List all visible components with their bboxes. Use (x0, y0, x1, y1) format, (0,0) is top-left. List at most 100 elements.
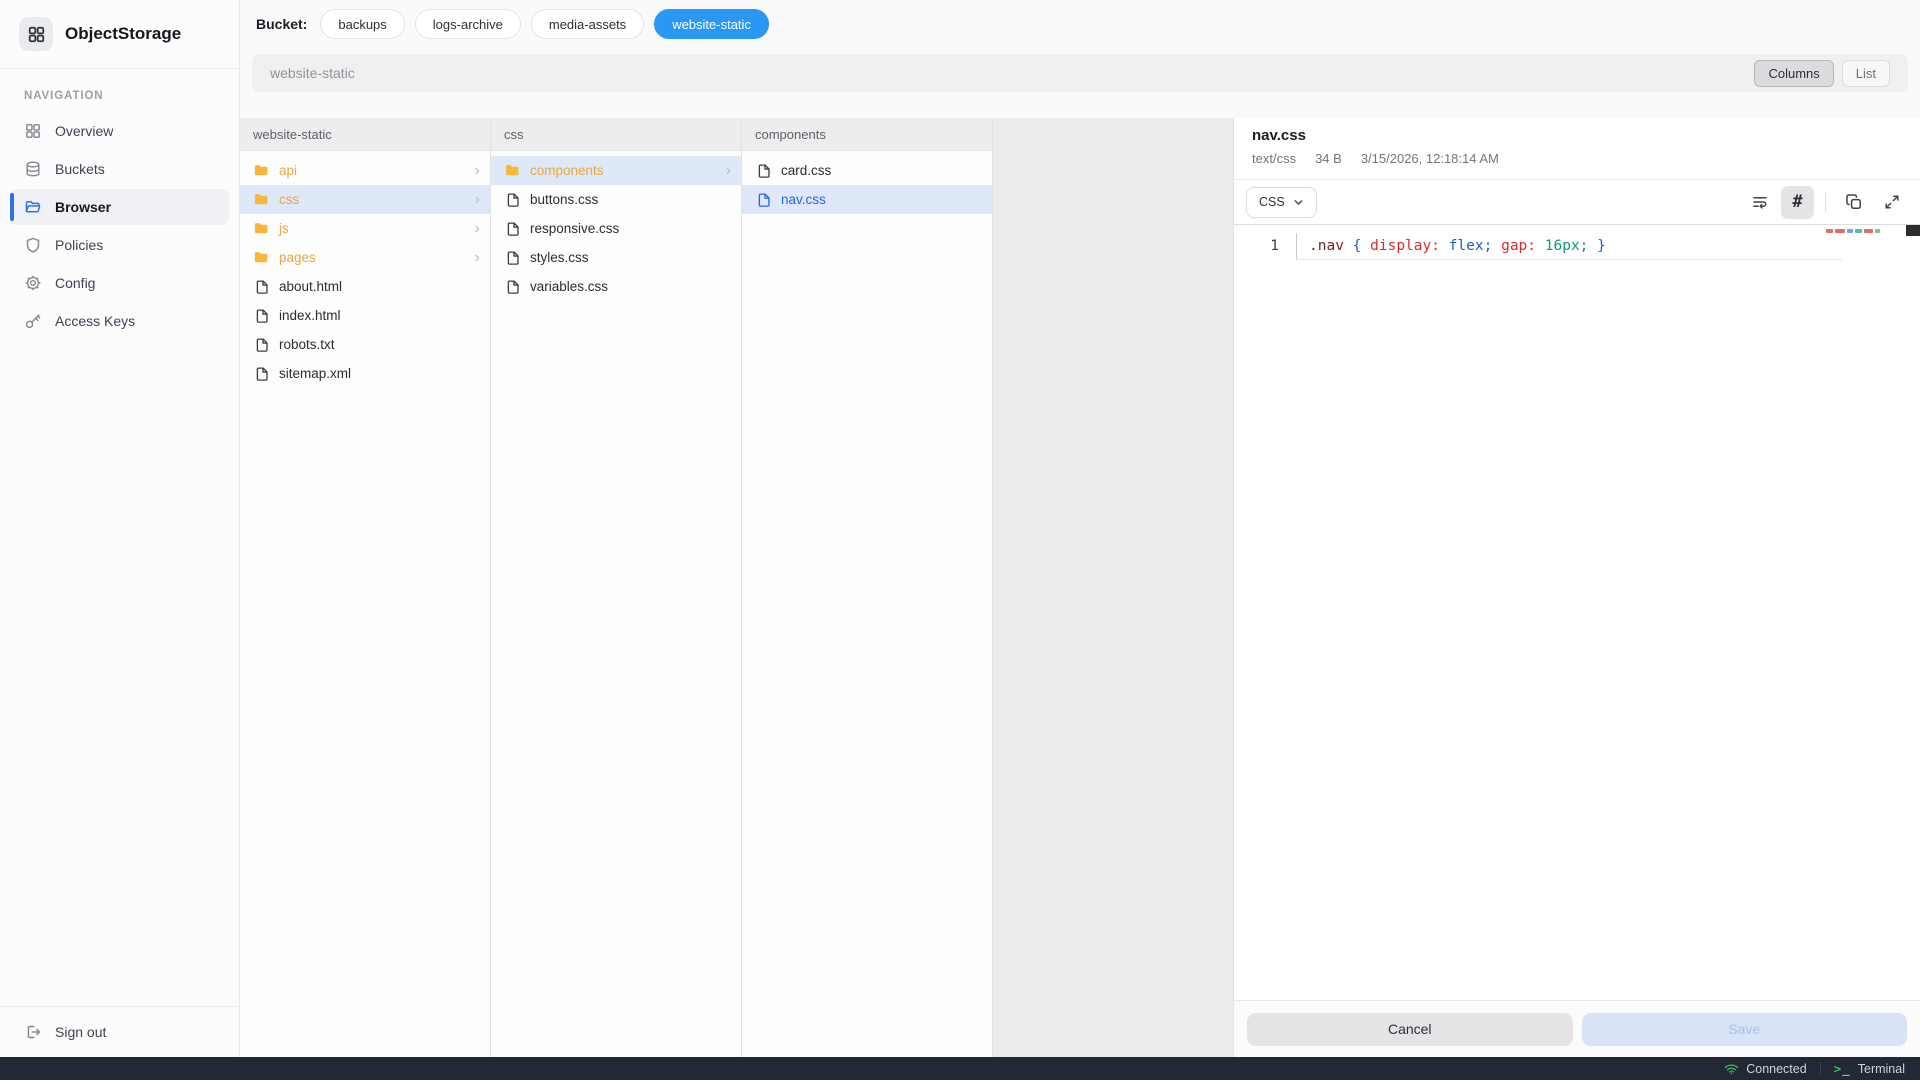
minimap (1826, 229, 1880, 233)
status-divider (1820, 1062, 1821, 1075)
expand-button[interactable] (1875, 186, 1908, 219)
folder-icon (504, 162, 521, 179)
folder-icon (253, 191, 270, 208)
file-icon (755, 162, 772, 179)
bucket-pills: backups logs-archive media-assets website-s… (320, 9, 769, 39)
code-token: display: (1370, 238, 1440, 254)
bucket-pill-backups[interactable]: backups (320, 9, 404, 39)
bucket-pill-media-assets[interactable]: media-assets (531, 9, 644, 39)
sign-out-button[interactable]: Sign out (0, 1006, 239, 1057)
file-icon (253, 365, 270, 382)
file-row-buttons-css[interactable]: buttons.css (491, 185, 741, 214)
language-select[interactable]: CSS (1246, 187, 1317, 218)
folder-row-api[interactable]: api› (240, 156, 490, 185)
code-token: .nav (1309, 238, 1353, 254)
row-label: card.css (781, 163, 831, 178)
bucket-bar: Bucket: backups logs-archive media-assets w… (240, 0, 1920, 48)
row-label: styles.css (530, 250, 589, 265)
sidebar-item-overview[interactable]: Overview (10, 113, 229, 149)
file-icon (253, 307, 270, 324)
minimap-mark (1875, 229, 1880, 233)
app-logo: ObjectStorage (0, 0, 239, 69)
sidebar-item-label: Browser (55, 199, 111, 215)
miller-columns: website-staticapi›css›js›pages›about.htm… (240, 118, 1233, 1057)
folder-row-css[interactable]: css› (240, 185, 490, 214)
column-header: components (742, 118, 992, 151)
row-label: css (279, 192, 299, 207)
column-components: components card.css nav.css (742, 118, 993, 1057)
main-row: ObjectStorage NAVIGATION OverviewBuckets… (0, 0, 1920, 1057)
breadcrumb-bar: website-static Columns List (252, 54, 1908, 92)
code-token: } (1597, 238, 1606, 254)
chevron-right-icon: › (726, 163, 731, 179)
folder-row-pages[interactable]: pages› (240, 243, 490, 272)
sidebar-item-policies[interactable]: Policies (10, 227, 229, 263)
file-row-robots-txt[interactable]: robots.txt (240, 330, 490, 359)
file-row-styles-css[interactable]: styles.css (491, 243, 741, 272)
terminal-label: Terminal (1858, 1062, 1905, 1076)
file-icon (504, 191, 521, 208)
chevron-right-icon: › (475, 250, 480, 266)
code-token (1536, 238, 1545, 254)
key-icon (24, 312, 42, 330)
file-mime: text/css (1252, 151, 1296, 166)
status-bar: Connected >_ Terminal (0, 1057, 1920, 1080)
file-row-nav-css[interactable]: nav.css (742, 185, 992, 214)
word-wrap-button[interactable] (1743, 186, 1776, 219)
sidebar-item-config[interactable]: Config (10, 265, 229, 301)
row-label: robots.txt (279, 337, 335, 352)
view-list-button[interactable]: List (1842, 60, 1890, 87)
column-body: card.css nav.css (742, 151, 992, 214)
sign-out-label: Sign out (55, 1024, 106, 1040)
shield-icon (24, 236, 42, 254)
row-label: components (530, 163, 604, 178)
row-label: responsive.css (530, 221, 619, 236)
code-line: 1 .nav { display: flex; gap: 16px; } (1234, 225, 1920, 260)
line-numbers-button[interactable]: # (1781, 186, 1814, 219)
breadcrumb: website-static (270, 65, 1746, 81)
sidebar-item-label: Access Keys (55, 313, 135, 329)
terminal-icon: >_ (1834, 1061, 1851, 1076)
editor-toolbar-actions: # (1743, 186, 1908, 219)
row-label: about.html (279, 279, 342, 294)
sidebar-item-browser[interactable]: Browser (10, 189, 229, 225)
copy-button[interactable] (1837, 186, 1870, 219)
connection-status: Connected (1724, 1062, 1806, 1076)
code-editor[interactable]: 1 .nav { display: flex; gap: 16px; } (1234, 225, 1920, 1000)
word-wrap-icon (1751, 193, 1769, 211)
column-body: api›css›js›pages›about.htmlindex.htmlrob… (240, 151, 490, 388)
folder-row-js[interactable]: js› (240, 214, 490, 243)
bucket-label: Bucket: (256, 16, 307, 32)
bucket-pill-logs-archive[interactable]: logs-archive (415, 9, 521, 39)
editor-scrollbar-thumb[interactable] (1906, 225, 1920, 236)
file-row-sitemap-xml[interactable]: sitemap.xml (240, 359, 490, 388)
code-token: { (1353, 238, 1370, 254)
chevron-right-icon: › (475, 221, 480, 237)
connection-status-label: Connected (1746, 1062, 1806, 1076)
file-row-index-html[interactable]: index.html (240, 301, 490, 330)
code-token: 16px; (1545, 238, 1597, 254)
copy-icon (1845, 193, 1863, 211)
sidebar-item-buckets[interactable]: Buckets (10, 151, 229, 187)
sidebar-item-access-keys[interactable]: Access Keys (10, 303, 229, 339)
cancel-button[interactable]: Cancel (1247, 1013, 1573, 1046)
row-label: buttons.css (530, 192, 598, 207)
folder-row-components[interactable]: components › (491, 156, 741, 185)
file-detail-panel: nav.css text/css 34 B 3/15/2026, 12:18:1… (1233, 118, 1920, 1057)
file-row-variables-css[interactable]: variables.css (491, 272, 741, 301)
minimap-mark (1835, 229, 1845, 233)
minimap-mark (1864, 229, 1873, 233)
editor-footer: Cancel Save (1234, 1000, 1920, 1057)
row-label: api (279, 163, 297, 178)
view-columns-button[interactable]: Columns (1754, 60, 1833, 87)
code-text: .nav { display: flex; gap: 16px; } (1296, 233, 1842, 260)
file-row-about-html[interactable]: about.html (240, 272, 490, 301)
save-button[interactable]: Save (1582, 1013, 1908, 1046)
terminal-toggle[interactable]: >_ Terminal (1834, 1061, 1905, 1076)
bucket-pill-website-static[interactable]: website-static (654, 9, 769, 39)
file-detail-header: nav.css text/css 34 B 3/15/2026, 12:18:1… (1234, 118, 1920, 180)
sign-out-icon (24, 1023, 42, 1041)
file-row-responsive-css[interactable]: responsive.css (491, 214, 741, 243)
file-row-card-css[interactable]: card.css (742, 156, 992, 185)
sidebar-nav: OverviewBuckets Browser PoliciesConfig Acce… (0, 111, 239, 341)
